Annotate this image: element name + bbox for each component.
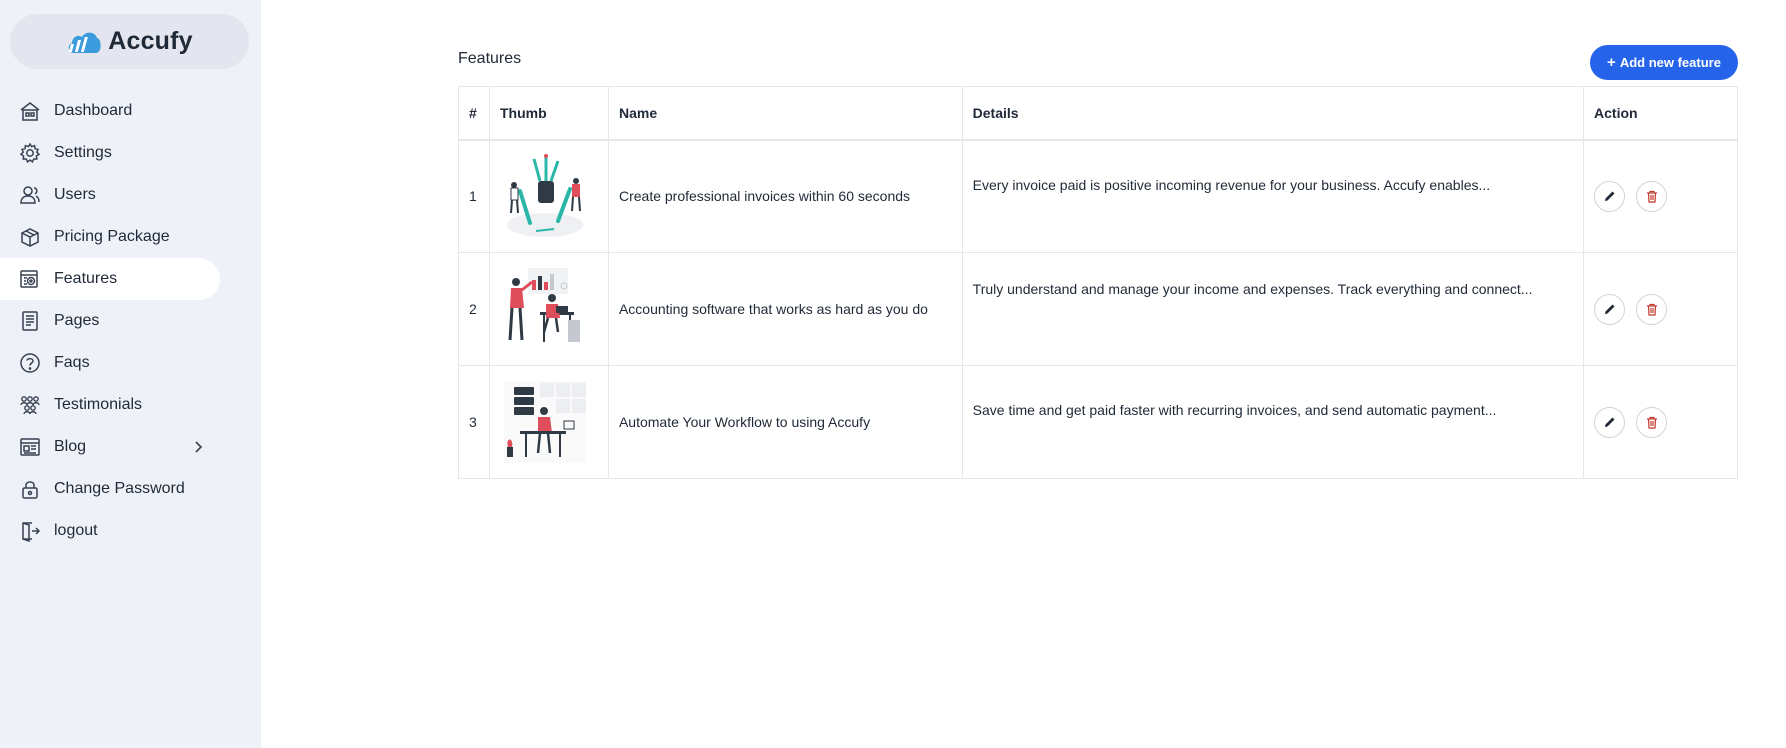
sidebar-item-change-password[interactable]: Change Password <box>0 468 261 510</box>
sidebar-item-label: Pages <box>54 312 100 329</box>
brand-name: Accufy <box>108 27 193 55</box>
add-new-feature-button[interactable]: + Add new feature <box>1590 45 1738 80</box>
column-header-number: # <box>458 86 490 141</box>
sidebar-item-users[interactable]: Users <box>0 174 261 216</box>
invoice-illustration-thumbnail <box>506 154 583 238</box>
feature-details: Save time and get paid faster with recur… <box>961 365 1585 479</box>
action-cell <box>1583 252 1738 366</box>
add-new-feature-label: Add new feature <box>1619 55 1721 70</box>
sidebar-item-testimonials[interactable]: Testimonials <box>0 384 261 426</box>
sidebar-item-label: Settings <box>54 144 112 161</box>
trash-icon <box>1646 303 1657 316</box>
testimonials-icon <box>19 394 41 416</box>
sidebar: Accufy Dashboard Settings Users Pricing … <box>0 0 261 748</box>
column-header-name: Name <box>607 86 963 141</box>
blog-icon <box>19 436 41 458</box>
sidebar-item-label: Users <box>54 186 96 203</box>
features-table: # Thumb Name Details Action 1 Create pro… <box>458 86 1738 479</box>
row-number: 1 <box>458 139 490 253</box>
package-icon <box>19 226 41 248</box>
table-row: 1 Create professional invoices within 60… <box>458 139 1738 253</box>
chevron-right-icon[interactable] <box>190 439 206 455</box>
table-row: 2 Accounting software that works as hard… <box>458 252 1738 366</box>
trash-icon <box>1646 190 1657 203</box>
sidebar-item-label: Change Password <box>54 480 185 497</box>
gear-icon <box>19 142 41 164</box>
table-header-row: # Thumb Name Details Action <box>458 86 1738 141</box>
delete-button[interactable] <box>1636 180 1668 212</box>
thumb-cell <box>488 252 609 366</box>
lock-icon <box>19 478 41 500</box>
row-number: 3 <box>458 365 490 479</box>
pencil-icon <box>1604 304 1615 314</box>
sidebar-item-pricing-package[interactable]: Pricing Package <box>0 216 261 258</box>
sidebar-item-pages[interactable]: Pages <box>0 300 261 342</box>
sidebar-item-features[interactable]: Features <box>0 258 220 300</box>
feature-name: Automate Your Workflow to using Accufy <box>607 365 963 479</box>
sidebar-nav: Dashboard Settings Users Pricing Package… <box>0 90 261 552</box>
feature-name: Create professional invoices within 60 s… <box>607 139 963 253</box>
feature-details: Every invoice paid is positive incoming … <box>961 139 1585 253</box>
sidebar-item-blog[interactable]: Blog <box>0 426 261 468</box>
workflow-illustration-thumbnail <box>503 381 586 463</box>
sidebar-item-settings[interactable]: Settings <box>0 132 261 174</box>
column-header-action: Action <box>1583 86 1738 141</box>
action-cell <box>1583 365 1738 479</box>
pencil-icon <box>1604 417 1615 427</box>
thumb-cell <box>488 365 609 479</box>
thumb-cell <box>488 139 609 253</box>
edit-button[interactable] <box>1594 180 1626 212</box>
users-icon <box>19 184 41 206</box>
sidebar-item-faqs[interactable]: Faqs <box>0 342 261 384</box>
trash-icon <box>1646 416 1657 429</box>
dashboard-icon <box>19 100 41 122</box>
delete-button[interactable] <box>1636 406 1668 438</box>
sidebar-item-label: Pricing Package <box>54 228 170 245</box>
edit-button[interactable] <box>1594 293 1626 325</box>
edit-button[interactable] <box>1594 406 1626 438</box>
brand-logo[interactable]: Accufy <box>10 14 249 69</box>
pages-icon <box>19 310 41 332</box>
action-cell <box>1583 139 1738 253</box>
table-row: 3 Automate Your Workflow to using Accufy… <box>458 365 1738 479</box>
features-icon <box>19 268 41 290</box>
logout-icon <box>19 520 41 542</box>
sidebar-item-label: logout <box>54 522 98 539</box>
accounting-illustration-thumbnail <box>508 268 580 342</box>
column-header-details: Details <box>961 86 1585 141</box>
plus-icon: + <box>1607 54 1616 71</box>
pencil-icon <box>1604 191 1615 202</box>
question-icon <box>19 352 41 374</box>
sidebar-item-label: Features <box>54 270 118 287</box>
row-number: 2 <box>458 252 490 366</box>
feature-name: Accounting software that works as hard a… <box>607 252 963 366</box>
accufy-cloud-logo-icon <box>69 32 101 53</box>
sidebar-item-label: Faqs <box>54 354 90 371</box>
sidebar-item-dashboard[interactable]: Dashboard <box>0 90 261 132</box>
delete-button[interactable] <box>1636 293 1668 325</box>
feature-details: Truly understand and manage your income … <box>961 252 1585 366</box>
column-header-thumb: Thumb <box>488 86 609 141</box>
sidebar-item-label: Testimonials <box>54 396 143 413</box>
sidebar-item-label: Blog <box>54 438 87 455</box>
sidebar-item-label: Dashboard <box>54 102 133 119</box>
sidebar-item-logout[interactable]: logout <box>0 510 261 552</box>
page-title: Features <box>458 50 522 67</box>
